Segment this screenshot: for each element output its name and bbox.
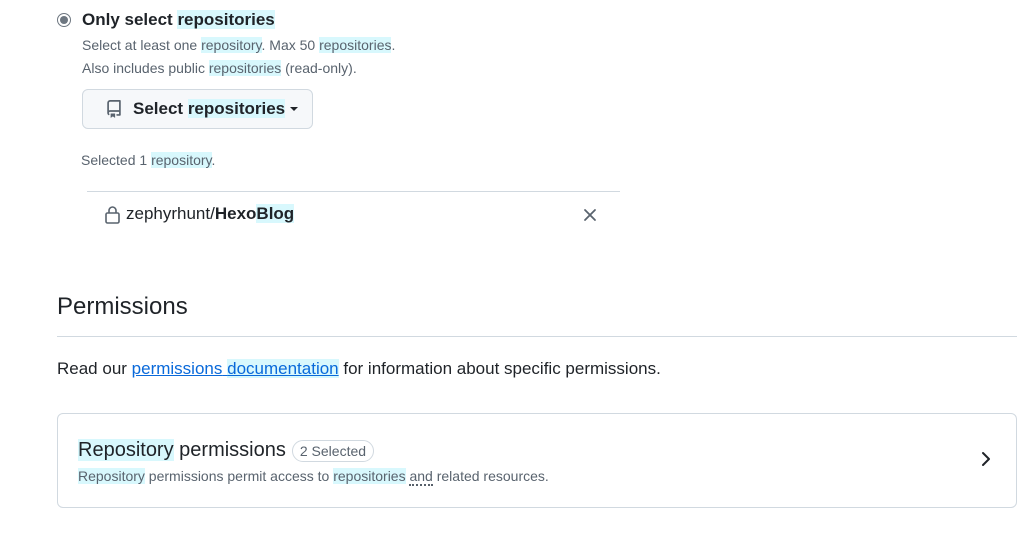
selected-count-badge: 2 Selected — [291, 439, 375, 462]
selected-repo-name: zephyrhunt/HexoBlog — [126, 204, 295, 223]
only-select-repositories-label[interactable]: Only select repositories — [82, 10, 275, 30]
repo-icon — [107, 100, 121, 118]
select-limit-description: Select at least one repository. Max 50 r… — [82, 37, 396, 53]
repository-permissions-card[interactable]: Repository permissions 2 Selected Reposi… — [57, 413, 1017, 508]
permissions-heading: Permissions — [57, 293, 188, 320]
selected-repos-divider — [87, 191, 620, 192]
remove-repo-close-icon[interactable] — [582, 207, 598, 223]
repository-permissions-title: Repository permissions 2 Selected — [78, 439, 375, 462]
public-repos-description: Also includes public repositories (read-… — [82, 60, 357, 76]
permissions-documentation-link[interactable]: permissions documentation — [132, 359, 339, 378]
only-select-repositories-radio[interactable] — [57, 13, 71, 27]
lock-icon — [105, 205, 120, 224]
radio-selected-dot — [60, 16, 68, 24]
only-select-repositories-option[interactable]: Only select repositories — [57, 10, 275, 30]
permissions-divider — [57, 336, 1017, 337]
select-repositories-button[interactable]: Select repositories — [82, 89, 313, 129]
chevron-right-icon — [982, 452, 990, 466]
selected-repo-row: zephyrhunt/HexoBlog — [104, 204, 295, 224]
selected-count-text: Selected 1 repository. — [81, 152, 216, 168]
permissions-read-text: Read our permissions documentation for i… — [57, 359, 661, 378]
repository-permissions-description: Repository permissions permit access to … — [78, 468, 549, 486]
caret-down-icon — [290, 107, 299, 111]
select-repositories-label: Select repositories — [133, 99, 286, 118]
